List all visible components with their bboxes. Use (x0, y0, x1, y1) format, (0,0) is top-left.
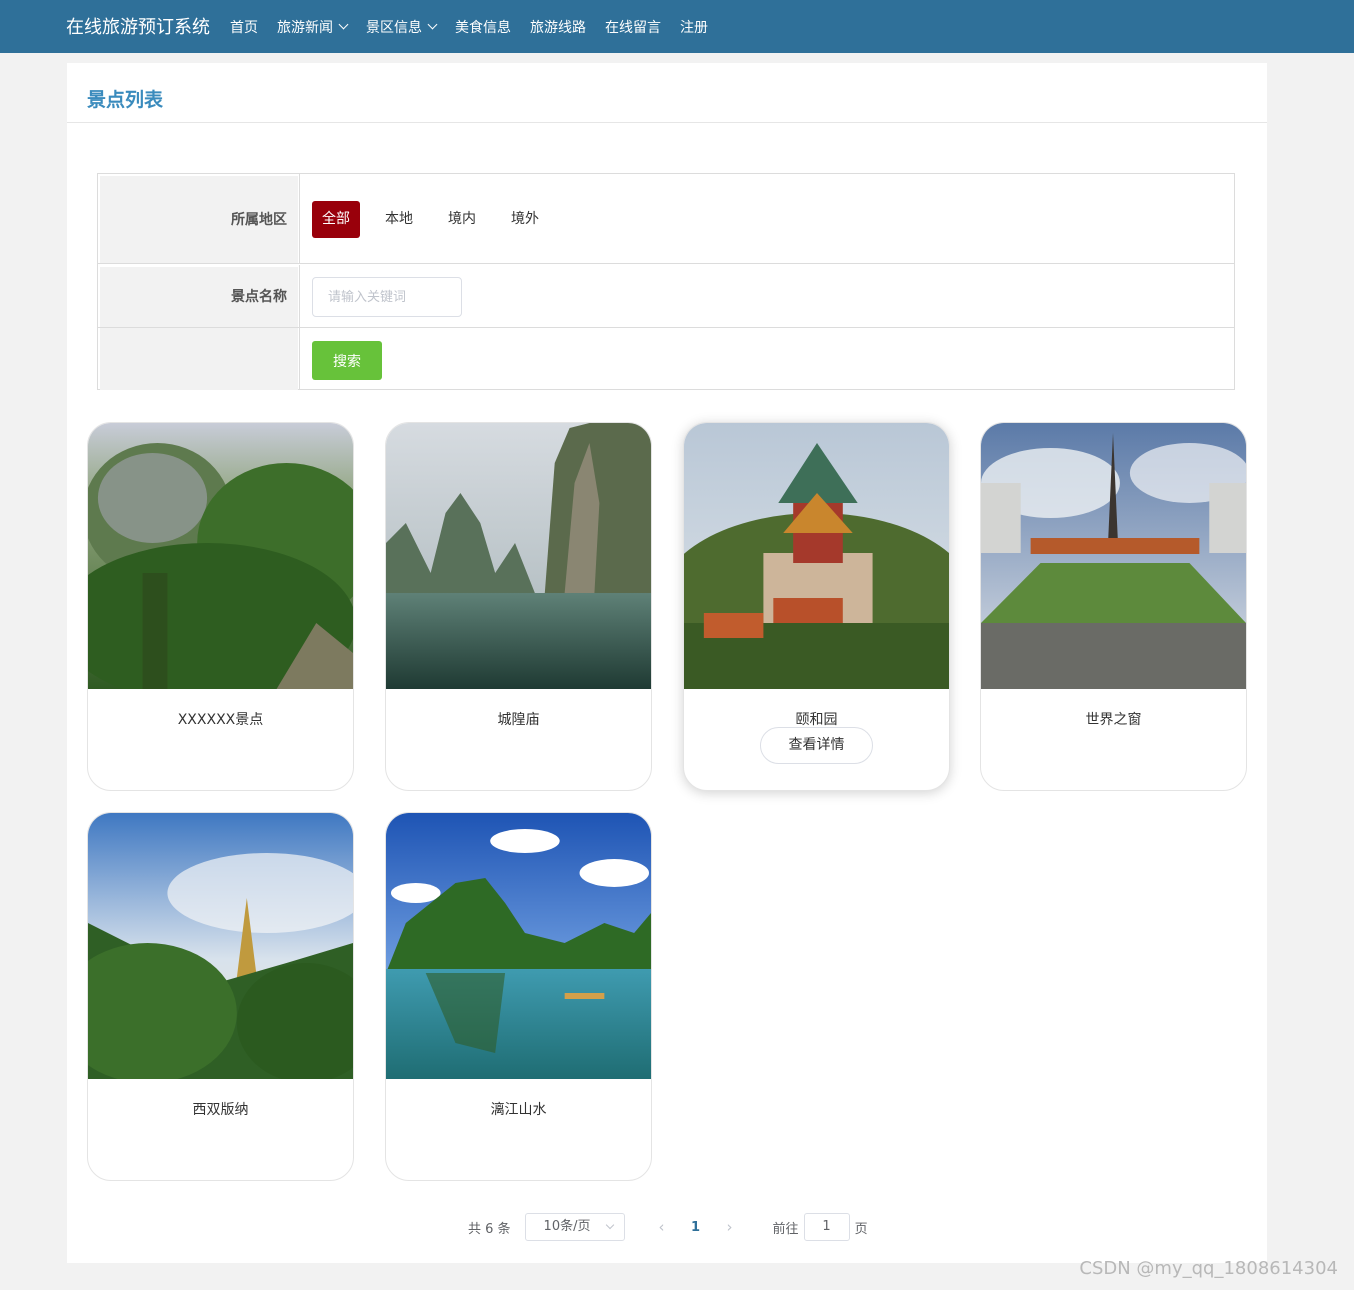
prev-page-icon[interactable]: ‹ (647, 1218, 677, 1236)
chevron-down-icon (605, 1220, 614, 1230)
page-number-current[interactable]: 1 (677, 1220, 715, 1235)
nav-label: 旅游线路 (530, 19, 586, 36)
forest-path-photo (88, 423, 353, 689)
spot-name: 颐和园 (795, 712, 838, 728)
view-details-button[interactable]: 查看详情 (760, 727, 873, 764)
goto-page-input[interactable]: 1 (803, 1213, 850, 1241)
column-divider (299, 328, 300, 390)
karst-lake-photo (386, 423, 651, 689)
search-button[interactable]: 搜索 (312, 341, 382, 380)
column-divider (299, 174, 300, 263)
spot-name: 城隍庙 (497, 712, 540, 728)
filter-table: 所属地区 全部 本地 境内 境外 景点名称 搜索 (97, 173, 1235, 390)
spot-card[interactable]: XXXXXX景点 (87, 422, 354, 791)
filter-row-region: 所属地区 全部 本地 境内 境外 (98, 174, 1234, 264)
goto-suffix: 页 (854, 1221, 868, 1237)
pagination: 共 6 条 10条/页 ‹ 1 › 前往 1 页 (468, 1212, 868, 1242)
summer-palace-photo (684, 423, 949, 689)
nav-travel-routes[interactable]: 旅游线路 (530, 17, 586, 37)
column-divider (299, 265, 300, 327)
goto-label: 前往 (772, 1221, 799, 1237)
region-local-button[interactable]: 本地 (375, 201, 423, 238)
spot-list-panel: 景点列表 所属地区 全部 本地 境内 境外 景点名称 搜索 (67, 63, 1267, 1263)
nav-register[interactable]: 注册 (680, 17, 708, 37)
spot-card[interactable]: 漓江山水 (385, 812, 652, 1181)
top-navbar: 在线旅游预订系统 首页 旅游新闻 景区信息 美食信息 旅游线路 在线留言 注册 (0, 0, 1354, 53)
spot-name: XXXXXX景点 (177, 712, 264, 728)
nav-label: 在线留言 (605, 19, 661, 36)
spot-name: 西双版纳 (192, 1102, 249, 1118)
nav-label: 美食信息 (455, 19, 511, 36)
region-options: 全部 本地 境内 境外 (312, 201, 564, 238)
region-label: 所属地区 (100, 176, 298, 263)
spot-name: 世界之窗 (1085, 712, 1142, 728)
spot-name: 漓江山水 (490, 1102, 547, 1118)
nav-food-info[interactable]: 美食信息 (455, 17, 511, 37)
nav-home[interactable]: 首页 (230, 17, 258, 37)
nav-travel-news[interactable]: 旅游新闻 (277, 17, 349, 37)
total-count: 共 6 条 (468, 1221, 511, 1237)
nav-scenic-info[interactable]: 景区信息 (366, 17, 438, 37)
pagoda-jungle-photo (88, 813, 353, 1079)
main-nav: 首页 旅游新闻 景区信息 美食信息 旅游线路 在线留言 注册 (230, 0, 727, 53)
watermark: CSDN @my_qq_1808614304 (1079, 1258, 1338, 1279)
empty-label-cell (100, 328, 298, 390)
region-overseas-button[interactable]: 境外 (501, 201, 549, 238)
page-size-value: 10条/页 (543, 1219, 591, 1234)
keyword-input[interactable] (312, 277, 462, 317)
spot-card[interactable]: 世界之窗 (980, 422, 1247, 791)
filter-row-name: 景点名称 (98, 265, 1234, 328)
title-divider (67, 122, 1267, 123)
next-page-icon[interactable]: › (715, 1218, 745, 1236)
eiffel-park-photo (981, 423, 1246, 689)
page-size-select[interactable]: 10条/页 (524, 1213, 625, 1241)
nav-label: 景区信息 (366, 19, 422, 36)
li-river-photo (386, 813, 651, 1079)
nav-label: 旅游新闻 (277, 19, 333, 36)
spot-card[interactable]: 西双版纳 (87, 812, 354, 1181)
region-all-button[interactable]: 全部 (312, 201, 360, 238)
brand-title[interactable]: 在线旅游预订系统 (66, 13, 210, 39)
spot-card[interactable]: 颐和园 查看详情 (683, 422, 950, 791)
page-title: 景点列表 (87, 89, 164, 111)
name-label: 景点名称 (100, 267, 298, 327)
spot-card[interactable]: 城隍庙 (385, 422, 652, 791)
filter-row-action: 搜索 (98, 328, 1234, 390)
region-domestic-button[interactable]: 境内 (438, 201, 486, 238)
nav-messages[interactable]: 在线留言 (605, 17, 661, 37)
chevron-down-icon (427, 19, 438, 30)
nav-label: 首页 (230, 19, 258, 36)
chevron-down-icon (338, 19, 349, 30)
nav-label: 注册 (680, 19, 708, 36)
